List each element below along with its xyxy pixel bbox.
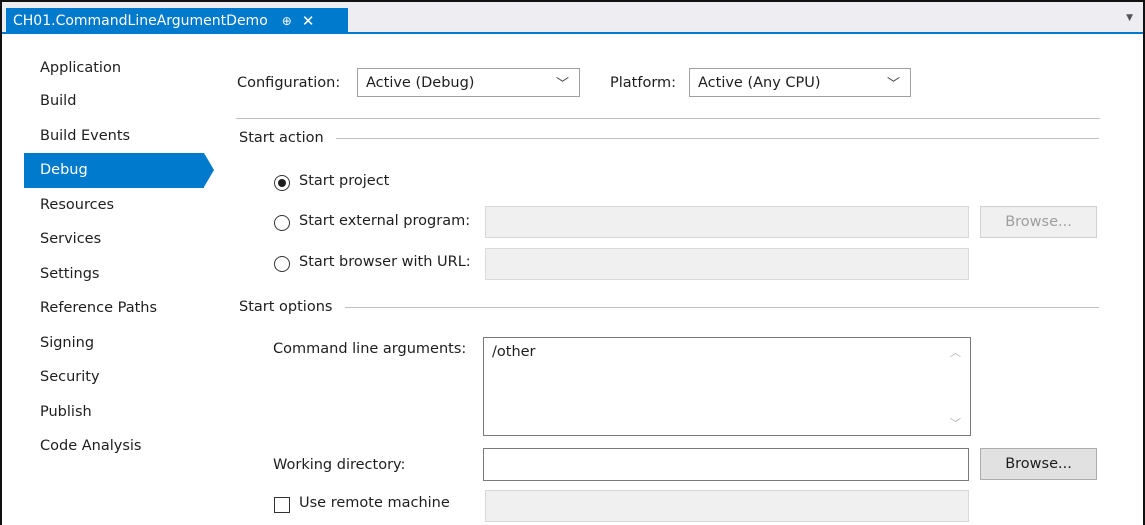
sidebar-item-application[interactable]: Application: [24, 52, 224, 84]
pin-icon[interactable]: ⊕: [282, 14, 292, 28]
command-line-arguments-input[interactable]: /other: [483, 337, 971, 436]
external-program-field: [485, 206, 969, 238]
scroll-up-icon[interactable]: ︿: [950, 344, 961, 360]
start-action-heading: Start action: [239, 130, 324, 146]
sidebar-item-settings[interactable]: Settings: [24, 257, 224, 292]
browser-url-field: [485, 248, 969, 280]
working-directory-label: Working directory:: [273, 457, 406, 473]
platform-select[interactable]: Active (Any CPU) ﹀: [689, 68, 911, 97]
platform-label: Platform:: [610, 75, 677, 91]
remote-machine-field: [485, 490, 969, 522]
group-divider: [345, 307, 1099, 308]
scroll-down-icon[interactable]: ﹀: [950, 415, 961, 431]
configuration-label: Configuration:: [237, 75, 341, 91]
sidebar-item-build-events[interactable]: Build Events: [24, 119, 224, 154]
configuration-value: Active (Debug): [366, 74, 475, 91]
chevron-down-icon[interactable]: ▼: [1126, 13, 1133, 23]
sidebar-item-debug[interactable]: Debug: [24, 153, 214, 188]
group-divider: [336, 138, 1099, 139]
sidebar-item-reference-paths[interactable]: Reference Paths: [24, 291, 224, 326]
start-project-radio[interactable]: [274, 175, 290, 191]
command-line-arguments-label: Command line arguments:: [273, 341, 467, 357]
document-tab-strip: CH01.CommandLineArgumentDemo ⊕ ✕ ▼: [2, 2, 1143, 34]
command-line-arguments-value: /other: [492, 344, 536, 360]
sidebar-item-publish[interactable]: Publish: [24, 395, 224, 430]
start-browser-url-label[interactable]: Start browser with URL:: [299, 254, 471, 270]
document-tab-title: CH01.CommandLineArgumentDemo: [13, 13, 268, 29]
divider: [236, 118, 1100, 119]
property-pages-nav: Application Build Build Events Debug Res…: [24, 52, 224, 464]
start-options-heading: Start options: [239, 299, 333, 315]
sidebar-item-resources[interactable]: Resources: [24, 188, 224, 223]
use-remote-machine-label[interactable]: Use remote machine: [299, 495, 450, 511]
browse-external-program-button: Browse...: [980, 206, 1097, 238]
chevron-down-icon: ﹀: [886, 77, 900, 92]
start-project-label[interactable]: Start project: [299, 173, 389, 189]
chevron-down-icon: ﹀: [555, 77, 569, 92]
configuration-select[interactable]: Active (Debug) ﹀: [357, 68, 580, 97]
working-directory-input[interactable]: [483, 448, 969, 481]
use-remote-machine-checkbox[interactable]: [274, 497, 290, 513]
project-properties-window: CH01.CommandLineArgumentDemo ⊕ ✕ ▼ Appli…: [0, 0, 1145, 525]
sidebar-item-code-analysis[interactable]: Code Analysis: [24, 429, 224, 464]
sidebar-item-security[interactable]: Security: [24, 360, 224, 395]
start-browser-url-radio[interactable]: [274, 256, 290, 272]
browse-working-directory-button[interactable]: Browse...: [980, 448, 1097, 480]
platform-value: Active (Any CPU): [698, 74, 821, 91]
start-external-program-radio[interactable]: [274, 215, 290, 231]
start-external-program-label[interactable]: Start external program:: [299, 213, 470, 229]
sidebar-item-services[interactable]: Services: [24, 222, 224, 257]
sidebar-item-build[interactable]: Build: [24, 84, 224, 119]
sidebar-item-signing[interactable]: Signing: [24, 326, 224, 361]
document-tab[interactable]: CH01.CommandLineArgumentDemo ⊕ ✕: [6, 8, 348, 34]
close-icon[interactable]: ✕: [302, 12, 315, 30]
